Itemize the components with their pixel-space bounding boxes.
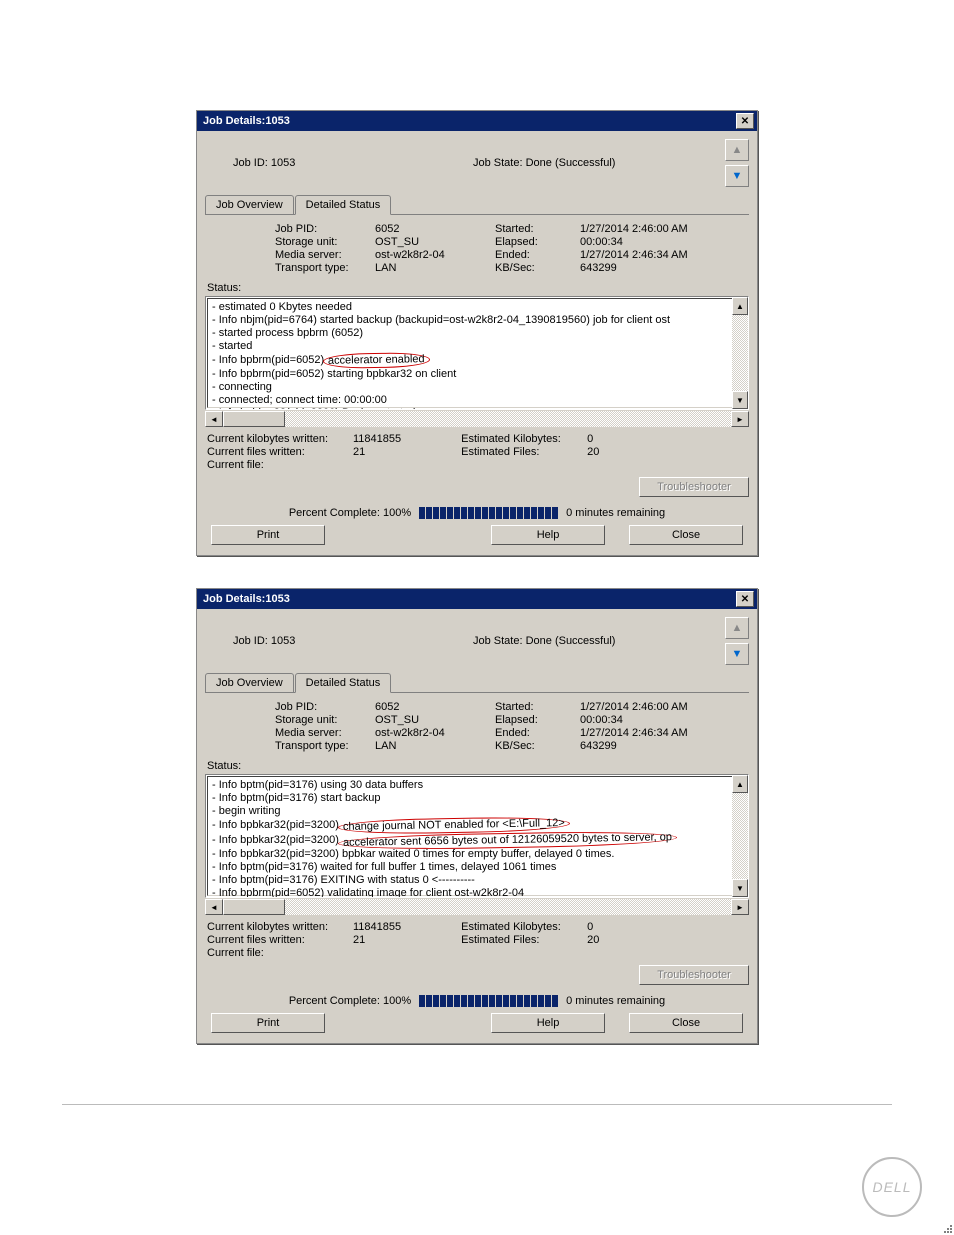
tab-bar: Job Overview Detailed Status: [205, 673, 749, 693]
nav-down-button[interactable]: ▼: [725, 643, 749, 665]
job-details-window: Job Details:1053 ✕ Job ID: 1053 Job Stat…: [196, 110, 758, 556]
tab-job-overview[interactable]: Job Overview: [205, 673, 294, 692]
progress-bar: [419, 507, 558, 519]
scroll-right-icon[interactable]: ►: [731, 411, 749, 427]
troubleshooter-button[interactable]: Troubleshooter: [639, 965, 749, 985]
scroll-thumb[interactable]: [223, 411, 285, 427]
status-label: Status:: [207, 760, 749, 772]
nav-up-button[interactable]: ▲: [725, 617, 749, 639]
nav-up-button[interactable]: ▲: [725, 139, 749, 161]
print-button[interactable]: Print: [211, 525, 325, 545]
status-label: Status:: [207, 282, 749, 294]
progress-bar: [419, 995, 558, 1007]
dell-logo-icon: DELL: [862, 1157, 922, 1217]
progress-row: Percent Complete: 100% 0 minutes remaini…: [205, 507, 749, 519]
vertical-scrollbar[interactable]: ▲▼: [732, 775, 748, 897]
close-button[interactable]: Close: [629, 1013, 743, 1033]
scroll-right-icon[interactable]: ►: [731, 899, 749, 915]
scroll-thumb[interactable]: [223, 899, 285, 915]
help-button[interactable]: Help: [491, 1013, 605, 1033]
status-log[interactable]: - estimated 0 Kbytes needed - Info nbjm(…: [205, 296, 749, 410]
tab-bar: Job Overview Detailed Status: [205, 195, 749, 215]
scroll-up-icon[interactable]: ▲: [732, 297, 748, 315]
resize-grip-icon[interactable]: [938, 1219, 952, 1233]
close-button[interactable]: Close: [629, 525, 743, 545]
troubleshooter-button[interactable]: Troubleshooter: [639, 477, 749, 497]
job-state-label: Job State: Done (Successful): [413, 157, 721, 169]
job-details-window-2: Job Details:1053 ✕ Job ID: 1053 Job Stat…: [196, 588, 758, 1044]
window-title: Job Details:1053: [203, 115, 290, 127]
highlight-accelerator-enabled: accelerator enabled: [323, 352, 430, 369]
titlebar[interactable]: Job Details:1053 ✕: [197, 111, 757, 131]
horizontal-scrollbar[interactable]: ◄►: [205, 899, 749, 915]
window-title: Job Details:1053: [203, 593, 290, 605]
titlebar[interactable]: Job Details:1053 ✕: [197, 589, 757, 609]
job-id-label: Job ID: 1053: [205, 157, 413, 169]
info-grid: Job PID:Storage unit:Media server:Transp…: [205, 697, 749, 754]
horizontal-scrollbar[interactable]: ◄►: [205, 411, 749, 427]
tab-job-overview[interactable]: Job Overview: [205, 195, 294, 214]
divider: [62, 1104, 892, 1105]
tab-detailed-status[interactable]: Detailed Status: [295, 673, 392, 693]
scroll-left-icon[interactable]: ◄: [205, 899, 223, 915]
job-id-label: Job ID: 1053: [205, 635, 413, 647]
print-button[interactable]: Print: [211, 1013, 325, 1033]
info-grid: Job PID:Storage unit:Media server:Transp…: [205, 219, 749, 276]
scroll-up-icon[interactable]: ▲: [732, 775, 748, 793]
status-log[interactable]: - Info bptm(pid=3176) using 30 data buff…: [205, 774, 749, 898]
nav-down-button[interactable]: ▼: [725, 165, 749, 187]
progress-row: Percent Complete: 100% 0 minutes remaini…: [205, 995, 749, 1007]
job-state-label: Job State: Done (Successful): [413, 635, 721, 647]
close-icon[interactable]: ✕: [736, 591, 754, 607]
tab-detailed-status[interactable]: Detailed Status: [295, 195, 392, 215]
vertical-scrollbar[interactable]: ▲▼: [732, 297, 748, 409]
close-icon[interactable]: ✕: [736, 113, 754, 129]
scroll-down-icon[interactable]: ▼: [732, 391, 748, 409]
help-button[interactable]: Help: [491, 525, 605, 545]
scroll-down-icon[interactable]: ▼: [732, 879, 748, 897]
scroll-left-icon[interactable]: ◄: [205, 411, 223, 427]
